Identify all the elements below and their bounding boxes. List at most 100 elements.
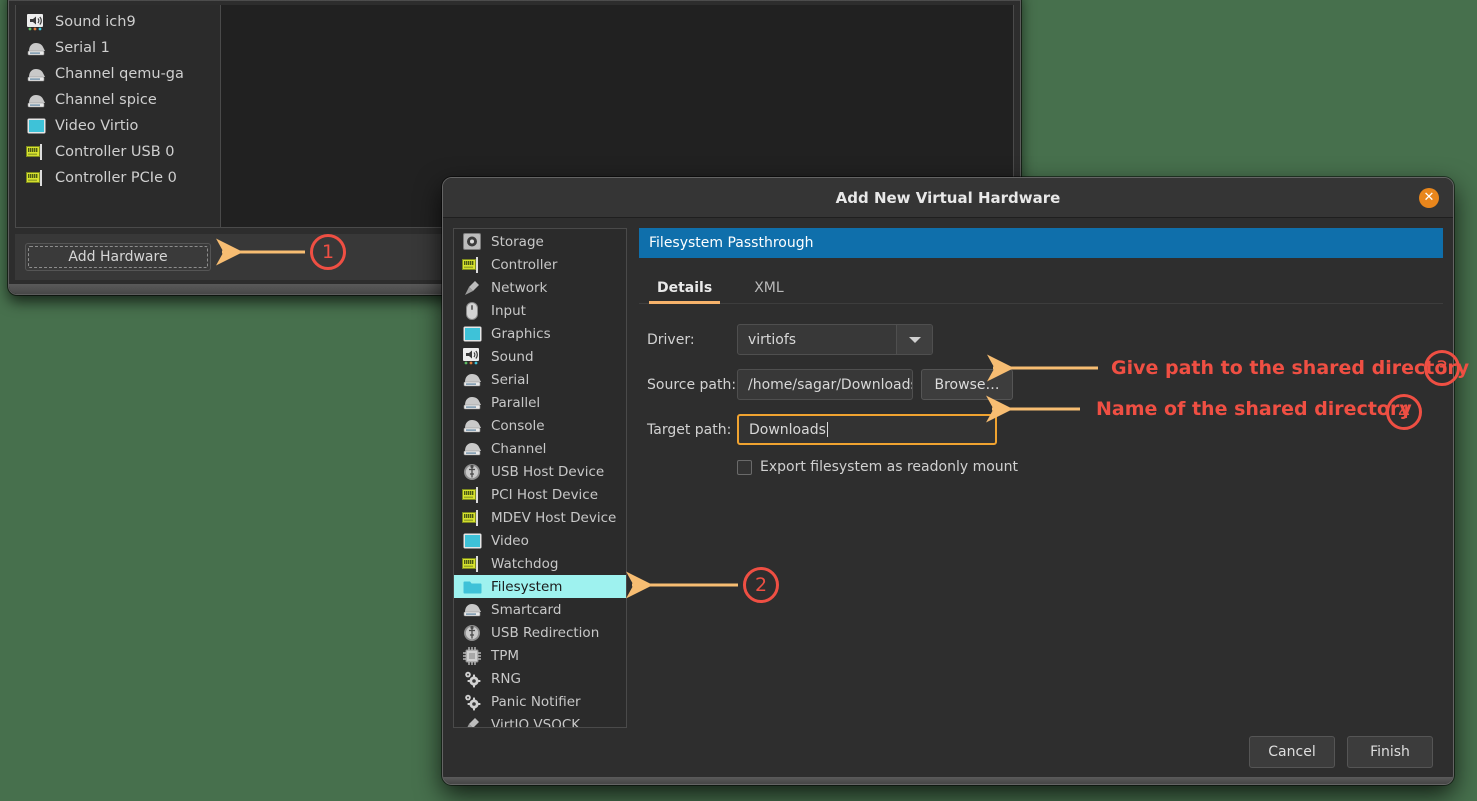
device-item-label: PCI Host Device <box>491 487 598 503</box>
device-item-usb-host-device[interactable]: USB Host Device <box>454 460 626 483</box>
vm-hardware-item-label: Controller USB 0 <box>55 144 175 160</box>
device-item-console[interactable]: Console <box>454 414 626 437</box>
device-item-rng[interactable]: RNG <box>454 667 626 690</box>
section-title: Filesystem Passthrough <box>649 235 813 251</box>
dialog-footer-bar <box>443 777 1453 784</box>
vm-hardware-item-label: Controller PCIe 0 <box>55 170 177 186</box>
device-item-channel[interactable]: Channel <box>454 437 626 460</box>
device-item-watchdog[interactable]: Watchdog <box>454 552 626 575</box>
tab-xml[interactable]: XML <box>736 272 801 303</box>
device-item-video[interactable]: Video <box>454 529 626 552</box>
vm-hardware-item[interactable]: Video Virtio <box>16 113 220 139</box>
input-icon <box>462 301 482 321</box>
cancel-label: Cancel <box>1268 744 1315 760</box>
smartcard-icon <box>462 600 482 620</box>
readonly-label: Export filesystem as readonly mount <box>760 459 1018 475</box>
filesystem-form: Driver: virtiofs Source path: /home/saga… <box>639 304 1443 475</box>
vm-hardware-item[interactable]: Controller PCIe 0 <box>16 165 220 191</box>
callout-1: 1 <box>310 234 346 270</box>
callout-3: 3 <box>1424 350 1460 386</box>
controller-icon <box>462 508 482 528</box>
tab-xml-label: XML <box>754 280 783 296</box>
device-item-label: Panic Notifier <box>491 694 581 710</box>
cancel-button[interactable]: Cancel <box>1249 736 1335 768</box>
vm-hardware-item[interactable]: Controller USB 0 <box>16 139 220 165</box>
video-icon <box>26 116 46 136</box>
device-item-network[interactable]: Network <box>454 276 626 299</box>
vm-hardware-item[interactable]: Channel spice <box>16 87 220 113</box>
device-item-label: MDEV Host Device <box>491 510 616 526</box>
vm-hardware-item[interactable]: Serial 1 <box>16 35 220 61</box>
console-icon <box>462 416 482 436</box>
tab-details[interactable]: Details <box>639 272 730 303</box>
target-path-input[interactable]: Downloads <box>737 414 997 445</box>
section-banner: Filesystem Passthrough <box>639 228 1443 258</box>
vm-hardware-item-label: Channel spice <box>55 92 157 108</box>
vm-hardware-item-label: Sound ich9 <box>55 14 136 30</box>
device-item-filesystem[interactable]: Filesystem <box>454 575 626 598</box>
device-item-graphics[interactable]: Graphics <box>454 322 626 345</box>
finish-button[interactable]: Finish <box>1347 736 1433 768</box>
gears-icon <box>462 692 482 712</box>
vm-hardware-item[interactable]: Channel qemu-ga <box>16 61 220 87</box>
device-item-label: Watchdog <box>491 556 558 572</box>
channel-icon <box>26 90 46 110</box>
close-glyph: ✕ <box>1424 191 1435 204</box>
dialog-main-panel: Filesystem Passthrough Details XML Drive… <box>639 228 1443 728</box>
vm-hardware-list[interactable]: Display SpiceSound ich9Serial 1Channel q… <box>15 5 221 228</box>
target-path-label: Target path: <box>647 422 737 438</box>
driver-select[interactable]: virtiofs <box>737 324 933 355</box>
window-titlebar <box>9 0 1020 1</box>
tab-details-label: Details <box>657 280 712 296</box>
device-item-sound[interactable]: Sound <box>454 345 626 368</box>
chevron-down-icon[interactable] <box>896 325 932 354</box>
device-item-label: Channel <box>491 441 546 457</box>
device-item-panic-notifier[interactable]: Panic Notifier <box>454 690 626 713</box>
tab-bar[interactable]: Details XML <box>639 272 1443 304</box>
vm-hardware-item[interactable]: Sound ich9 <box>16 9 220 35</box>
device-item-tpm[interactable]: TPM <box>454 644 626 667</box>
device-item-pci-host-device[interactable]: PCI Host Device <box>454 483 626 506</box>
device-item-label: Parallel <box>491 395 540 411</box>
parallel-icon <box>462 393 482 413</box>
device-item-mdev-host-device[interactable]: MDEV Host Device <box>454 506 626 529</box>
screen-root: Display SpiceSound ich9Serial 1Channel q… <box>0 0 1477 801</box>
device-item-controller[interactable]: Controller <box>454 253 626 276</box>
callout-3-number: 3 <box>1436 357 1448 379</box>
readonly-checkbox-row[interactable]: Export filesystem as readonly mount <box>737 459 1443 475</box>
source-path-input[interactable]: /home/sagar/Downloads <box>737 369 913 400</box>
device-category-list[interactable]: StorageController Network InputGraphicsSou… <box>453 228 627 728</box>
controller-icon <box>462 255 482 275</box>
source-path-value: /home/sagar/Downloads <box>748 377 913 393</box>
vm-hardware-item-label: Channel qemu-ga <box>55 66 184 82</box>
driver-value: virtiofs <box>738 332 896 348</box>
close-icon[interactable]: ✕ <box>1419 188 1439 208</box>
dialog-footer: Cancel Finish <box>443 726 1453 778</box>
device-item-label: Video <box>491 533 529 549</box>
controller-icon <box>26 168 46 188</box>
callout-4-number: 4 <box>1398 401 1410 423</box>
device-item-label: Smartcard <box>491 602 561 618</box>
sound-icon <box>26 12 46 32</box>
add-hardware-button[interactable]: Add Hardware <box>25 243 211 271</box>
device-item-serial[interactable]: Serial <box>454 368 626 391</box>
vm-hardware-item-label: Serial 1 <box>55 40 110 56</box>
device-item-smartcard[interactable]: Smartcard <box>454 598 626 621</box>
device-item-label: Network <box>491 280 547 296</box>
finish-label: Finish <box>1370 744 1410 760</box>
browse-label: Browse… <box>935 377 1000 393</box>
serial-icon <box>26 38 46 58</box>
readonly-checkbox[interactable] <box>737 460 752 475</box>
device-item-parallel[interactable]: Parallel <box>454 391 626 414</box>
serial-icon <box>462 370 482 390</box>
device-item-storage[interactable]: Storage <box>454 230 626 253</box>
text-cursor <box>827 422 828 437</box>
device-item-usb-redirection[interactable]: USB Redirection <box>454 621 626 644</box>
usb-icon <box>462 623 482 643</box>
graphics-icon <box>462 324 482 344</box>
browse-button[interactable]: Browse… <box>921 369 1013 400</box>
device-item-input[interactable]: Input <box>454 299 626 322</box>
video-icon <box>462 531 482 551</box>
callout-4: 4 <box>1386 394 1422 430</box>
controller-icon <box>462 485 482 505</box>
